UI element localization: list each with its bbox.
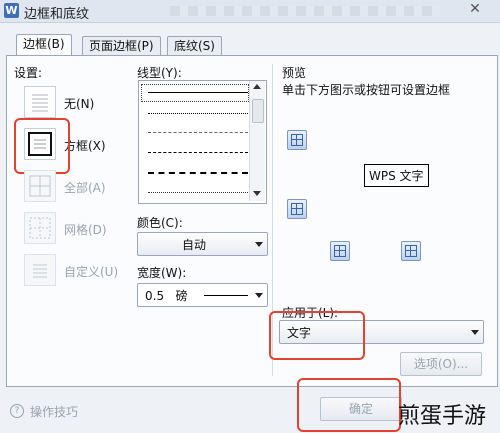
border-top-button[interactable] — [287, 130, 307, 150]
preset-grid-label: 网格(D) — [64, 223, 107, 237]
tips-link[interactable]: 操作技巧 — [30, 403, 78, 420]
settings-heading: 设置: — [14, 66, 43, 80]
preset-custom-label: 自定义(U) — [64, 265, 119, 279]
options-button[interactable]: 选项(O)... — [400, 352, 482, 376]
help-icon[interactable]: ? — [10, 404, 24, 418]
border-bottom-button[interactable] — [287, 199, 307, 219]
chevron-down-icon — [471, 330, 479, 335]
preset-custom-icon — [24, 254, 56, 286]
width-value: 0.5 磅 — [145, 289, 188, 303]
preset-grid-icon — [24, 212, 56, 244]
window-title: 边框和底纹 — [24, 7, 90, 22]
line-style-label: 线型(Y): — [137, 66, 182, 80]
highlight-box-preset — [14, 118, 70, 174]
chevron-down-icon — [255, 293, 263, 298]
tab-shading[interactable]: 底纹(S) — [167, 36, 222, 57]
preset-box-label[interactable]: 方框(X) — [64, 137, 106, 154]
highlight-ok — [297, 378, 401, 432]
scroll-down-icon[interactable] — [253, 191, 261, 196]
preview-sample-text[interactable]: WPS 文字 — [364, 164, 429, 187]
preset-all-label: 全部(A) — [64, 181, 106, 195]
line-style-dashed[interactable] — [148, 152, 248, 153]
border-right-button[interactable] — [401, 241, 421, 261]
highlight-apply-to — [269, 311, 365, 360]
preset-all-icon — [24, 170, 56, 202]
tab-borders[interactable]: 边框(B) — [16, 34, 72, 57]
preset-none-label[interactable]: 无(N) — [64, 95, 94, 112]
background-blur — [170, 6, 440, 16]
watermark: 煎蛋手游 — [398, 404, 487, 429]
tab-page-borders[interactable]: 页面边框(P) — [82, 36, 161, 57]
color-value: 自动 — [182, 238, 207, 252]
app-icon: W — [4, 3, 19, 18]
line-style-solid[interactable] — [148, 92, 248, 93]
preview-hint: 单击下方图示或按钮可设置边框 — [282, 83, 451, 97]
line-style-dash-dot-dot[interactable] — [148, 192, 248, 193]
scroll-up-icon[interactable] — [253, 84, 261, 89]
color-label: 颜色(C): — [137, 216, 183, 230]
line-style-scrollbar[interactable] — [249, 81, 265, 201]
chevron-down-icon — [255, 242, 263, 247]
border-left-button[interactable] — [330, 241, 350, 261]
width-line-sample — [204, 295, 248, 296]
width-dropdown[interactable]: 0.5 磅 — [137, 283, 268, 307]
line-style-dashed-fine[interactable] — [148, 132, 248, 133]
preset-none-icon[interactable] — [24, 86, 56, 118]
line-style-dash-dot[interactable] — [148, 172, 248, 174]
line-style-dotted[interactable] — [148, 113, 248, 114]
width-label: 宽度(W): — [137, 266, 187, 280]
line-style-selected[interactable] — [141, 84, 249, 102]
color-dropdown[interactable]: 自动 — [137, 232, 268, 256]
close-button[interactable]: ✕ — [458, 0, 492, 18]
preview-heading: 预览 — [282, 66, 307, 80]
scroll-thumb[interactable] — [252, 99, 264, 123]
